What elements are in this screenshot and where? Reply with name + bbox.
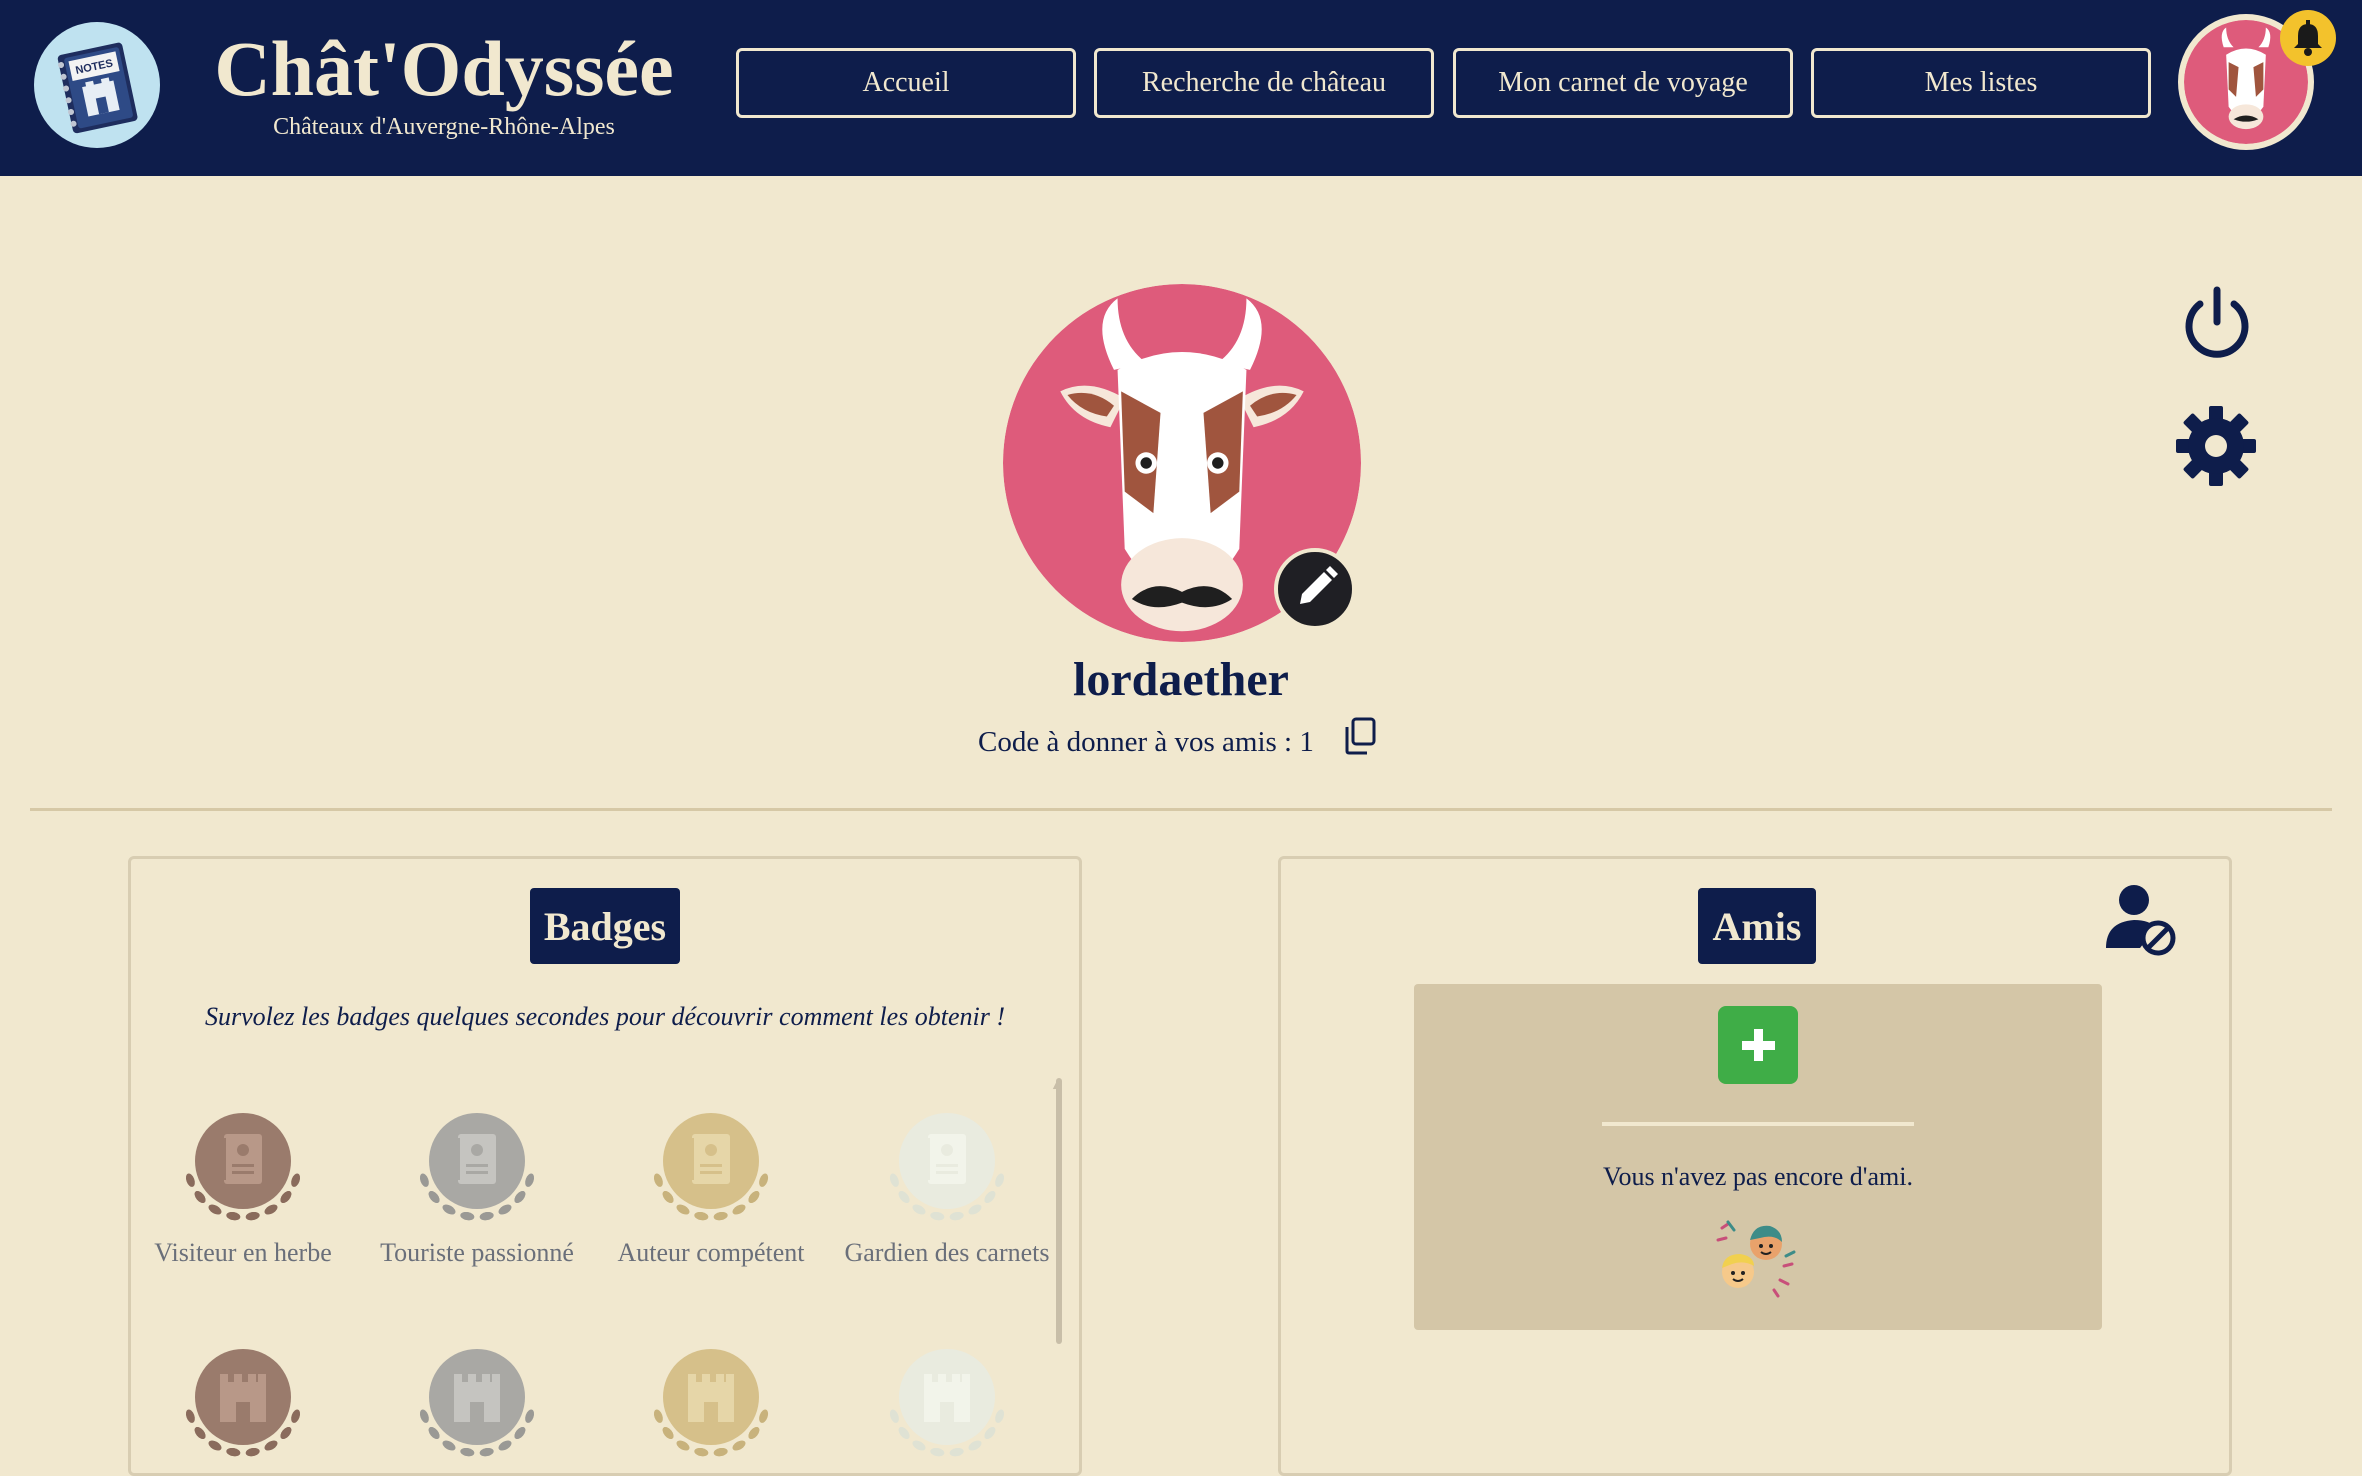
badge-silver-castle[interactable] bbox=[412, 1332, 542, 1462]
notebook-icon bbox=[185, 1113, 301, 1221]
badge-label: Gardien des carnets bbox=[844, 1238, 1050, 1267]
badge-bronze-castle[interactable] bbox=[178, 1332, 308, 1462]
bell-icon bbox=[2294, 20, 2322, 56]
badge-gold-notebook[interactable] bbox=[646, 1096, 776, 1226]
notification-bell[interactable] bbox=[2280, 10, 2336, 66]
badge-platinum-notebook[interactable] bbox=[882, 1096, 1012, 1226]
friends-empty-message: Vous n'avez pas encore d'ami. bbox=[1603, 1162, 1913, 1191]
notebook-icon bbox=[419, 1113, 535, 1221]
add-friend-button[interactable] bbox=[1718, 1006, 1798, 1084]
section-divider bbox=[30, 808, 2332, 811]
badge-gold-castle[interactable] bbox=[646, 1332, 776, 1462]
badges-title: Badges bbox=[530, 888, 680, 964]
friend-code-text: Code à donner à vos amis : 1 bbox=[978, 726, 1314, 758]
badge-platinum-castle[interactable] bbox=[882, 1332, 1012, 1462]
friends-separator bbox=[1602, 1122, 1914, 1126]
nav-my-lists-button[interactable]: Mes listes bbox=[1811, 48, 2151, 118]
castle-icon bbox=[653, 1349, 769, 1457]
notebook-icon bbox=[653, 1113, 769, 1221]
app-logo[interactable]: NOTES bbox=[34, 22, 160, 148]
castle-icon bbox=[889, 1349, 1005, 1457]
top-navbar: NOTES Chât'Odyssée Châteaux d'Auvergne-R… bbox=[0, 0, 2362, 176]
edit-avatar-button[interactable] bbox=[1274, 548, 1356, 630]
notebook-icon bbox=[889, 1113, 1005, 1221]
settings-gear-icon[interactable] bbox=[2174, 404, 2258, 488]
plus-icon bbox=[1742, 1029, 1775, 1061]
notebook-logo-icon: NOTES bbox=[57, 42, 138, 134]
app-title[interactable]: Chât'Odyssée bbox=[214, 24, 674, 114]
badge-bronze-notebook[interactable] bbox=[178, 1096, 308, 1226]
badge-label: Touriste passionné bbox=[380, 1238, 574, 1267]
blocked-users-icon[interactable] bbox=[2100, 878, 2180, 958]
nav-travel-notebook-button[interactable]: Mon carnet de voyage bbox=[1453, 48, 1793, 118]
friends-title: Amis bbox=[1698, 888, 1816, 964]
nav-accueil-button[interactable]: Accueil bbox=[736, 48, 1076, 118]
app-subtitle: Châteaux d'Auvergne-Rhône-Alpes bbox=[273, 114, 615, 140]
pencil-icon bbox=[1300, 566, 1338, 604]
castle-icon bbox=[419, 1349, 535, 1457]
badge-label: Auteur compétent bbox=[617, 1238, 805, 1267]
badge-silver-notebook[interactable] bbox=[412, 1096, 542, 1226]
copy-icon[interactable] bbox=[1342, 716, 1378, 756]
friends-illustration-icon bbox=[1714, 1216, 1798, 1300]
nav-search-castle-button[interactable]: Recherche de château bbox=[1094, 48, 1434, 118]
badges-scrollbar[interactable] bbox=[1056, 1078, 1062, 1344]
logout-power-icon[interactable] bbox=[2176, 282, 2258, 364]
castle-icon bbox=[185, 1349, 301, 1457]
badges-hint: Survolez les badges quelques secondes po… bbox=[204, 1002, 1006, 1031]
profile-username: lordaether bbox=[1073, 653, 1289, 706]
badge-label: Visiteur en herbe bbox=[154, 1238, 332, 1267]
